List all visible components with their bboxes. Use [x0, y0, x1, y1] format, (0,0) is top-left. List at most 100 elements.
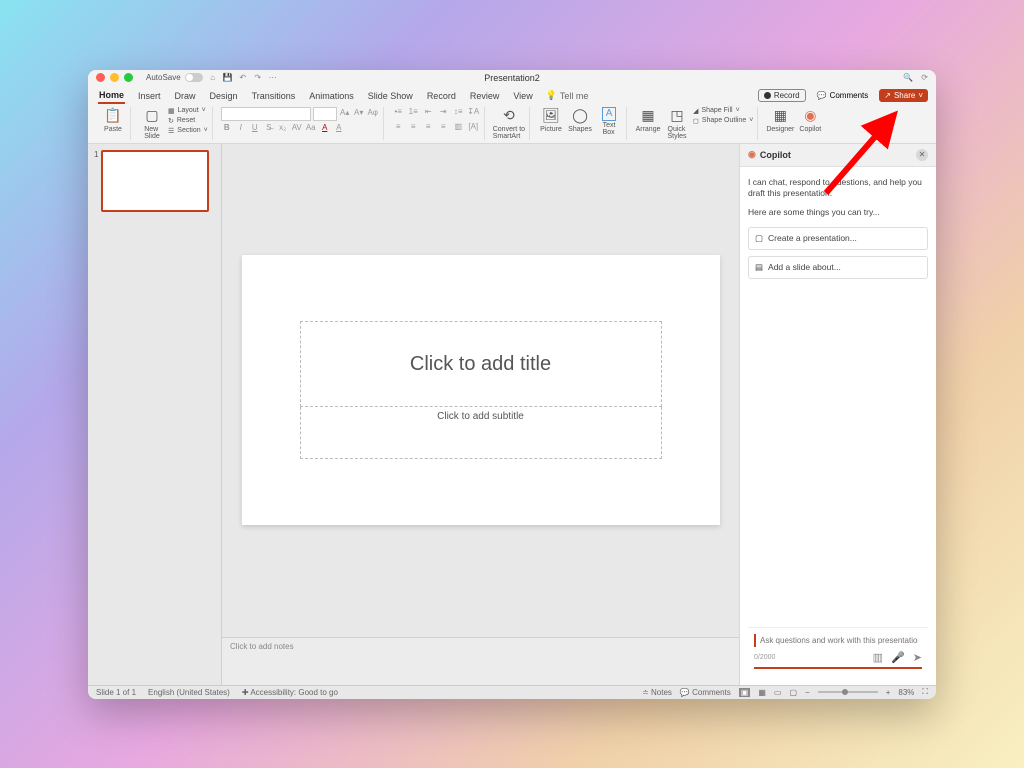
tab-slideshow[interactable]: Slide Show — [367, 89, 414, 103]
sorter-view-icon[interactable]: ▦ — [758, 688, 766, 697]
shapes-button[interactable]: ◯Shapes — [567, 107, 593, 133]
paste-button[interactable]: 📋Paste — [100, 107, 126, 133]
tab-design[interactable]: Design — [209, 89, 239, 103]
text-direction-icon[interactable]: ↧A — [467, 107, 480, 120]
tab-transitions[interactable]: Transitions — [251, 89, 297, 103]
strike-icon[interactable]: S̶ — [263, 123, 275, 135]
convert-smartart-button[interactable]: ⟲Convert to SmartArt — [493, 107, 525, 140]
status-bar: Slide 1 of 1 English (United States) ✚ A… — [88, 685, 936, 699]
slide-thumbnail[interactable] — [101, 150, 209, 212]
highlight-icon[interactable]: AV — [291, 123, 303, 135]
title-placeholder[interactable]: Click to add title — [300, 321, 662, 407]
subtitle-placeholder[interactable]: Click to add subtitle — [300, 407, 662, 459]
input-underline — [754, 667, 922, 669]
line-spacing-icon[interactable]: ↕≡ — [452, 107, 465, 120]
suggestion-create[interactable]: ▢Create a presentation... — [748, 227, 928, 250]
autosave-toggle[interactable] — [185, 73, 203, 82]
increase-font-icon[interactable]: A▴ — [339, 108, 351, 120]
text-effects-icon[interactable]: A — [333, 123, 345, 135]
decrease-font-icon[interactable]: A▾ — [353, 108, 365, 120]
textbox-button[interactable]: AText Box — [596, 107, 622, 136]
slideshow-view-icon[interactable]: ▢ — [789, 688, 797, 697]
home-icon[interactable]: ⌂ — [208, 73, 218, 82]
designer-button[interactable]: ▦Designer — [766, 107, 794, 133]
tab-review[interactable]: Review — [469, 89, 501, 103]
arrange-button[interactable]: ▦Arrange — [635, 107, 661, 133]
book-icon[interactable]: ▥ — [873, 651, 883, 664]
zoom-out-icon[interactable]: − — [805, 688, 810, 697]
align-left-icon[interactable]: ≡ — [392, 122, 405, 135]
underline-icon[interactable]: U — [249, 123, 261, 135]
textbox-icon: A — [602, 107, 616, 121]
close-pane-icon[interactable]: ✕ — [916, 149, 928, 161]
suggestion-add-slide[interactable]: ▤Add a slide about... — [748, 256, 928, 279]
reading-view-icon[interactable]: ▭ — [774, 688, 782, 697]
undo-icon[interactable]: ↶ — [238, 73, 248, 82]
tab-record[interactable]: Record — [426, 89, 457, 103]
copilot-intro: I can chat, respond to questions, and he… — [748, 177, 928, 200]
shape-outline-button[interactable]: ◻ Shape Outline ˅ — [693, 117, 753, 125]
font-size-select[interactable] — [313, 107, 337, 121]
tell-me[interactable]: 💡 Tell me — [546, 90, 589, 101]
powerpoint-window: AutoSave ⌂ 💾 ↶ ↷ ⋯ Presentation2 🔍 ⟳ Hom… — [88, 70, 936, 699]
indent-dec-icon[interactable]: ⇤ — [422, 107, 435, 120]
comments-button[interactable]: 💬 Comments — [812, 90, 874, 101]
notes-pane[interactable]: Click to add notes — [222, 637, 739, 685]
zoom-slider[interactable] — [818, 691, 878, 693]
fit-window-icon[interactable]: ⛶ — [922, 687, 928, 697]
copilot-title: Copilot — [760, 150, 791, 160]
reset-button[interactable]: ↻ Reset — [168, 117, 208, 125]
new-slide-button[interactable]: ▢New Slide — [139, 107, 165, 140]
copilot-input[interactable] — [754, 634, 922, 647]
shape-fill-button[interactable]: ◢ Shape Fill ˅ — [693, 107, 753, 115]
quick-styles-button[interactable]: ◳Quick Styles — [664, 107, 690, 140]
zoom-in-icon[interactable]: + — [886, 688, 891, 697]
section-button[interactable]: ☰ Section ˅ — [168, 127, 208, 135]
minimize-window-icon[interactable] — [110, 73, 119, 82]
notes-toggle[interactable]: ≐ Notes — [642, 688, 672, 697]
align-right-icon[interactable]: ≡ — [422, 122, 435, 135]
picture-button[interactable]: 🖼Picture — [538, 107, 564, 133]
align-text-icon[interactable]: [A] — [467, 122, 480, 135]
clear-format-icon[interactable]: Aφ — [367, 108, 379, 120]
copilot-button[interactable]: ◉Copilot — [797, 107, 823, 133]
justify-icon[interactable]: ≡ — [437, 122, 450, 135]
send-icon[interactable]: ➤ — [913, 651, 922, 664]
sync-icon[interactable]: ⟳ — [921, 73, 928, 82]
numbering-icon[interactable]: 1≡ — [407, 107, 420, 120]
tab-insert[interactable]: Insert — [137, 89, 162, 103]
tab-home[interactable]: Home — [98, 88, 125, 104]
tab-draw[interactable]: Draw — [174, 89, 197, 103]
comments-toggle[interactable]: 💬 Comments — [680, 688, 731, 697]
font-family-select[interactable] — [221, 107, 311, 121]
align-center-icon[interactable]: ≡ — [407, 122, 420, 135]
copilot-logo-icon: ◉ — [748, 149, 756, 160]
close-window-icon[interactable] — [96, 73, 105, 82]
normal-view-icon[interactable]: ▣ — [739, 688, 751, 697]
zoom-level[interactable]: 83% — [898, 688, 914, 697]
change-case-icon[interactable]: Aa — [305, 123, 317, 135]
language-indicator[interactable]: English (United States) — [148, 688, 230, 697]
font-color-icon[interactable]: A — [319, 123, 331, 135]
italic-icon[interactable]: I — [235, 123, 247, 135]
slide-canvas[interactable]: Click to add title Click to add subtitle — [242, 255, 720, 525]
save-icon[interactable]: 💾 — [223, 73, 233, 82]
tab-view[interactable]: View — [512, 89, 533, 103]
copilot-try: Here are some things you can try... — [748, 207, 928, 218]
columns-icon[interactable]: ▥ — [452, 122, 465, 135]
tab-animations[interactable]: Animations — [308, 89, 355, 103]
slide-indicator[interactable]: Slide 1 of 1 — [96, 688, 136, 697]
subscript-icon[interactable]: x₂ — [277, 123, 289, 135]
maximize-window-icon[interactable] — [124, 73, 133, 82]
more-icon[interactable]: ⋯ — [268, 73, 278, 82]
indent-inc-icon[interactable]: ⇥ — [437, 107, 450, 120]
record-button[interactable]: Record — [758, 89, 806, 102]
share-button[interactable]: ↗ Share ˅ — [879, 89, 928, 102]
accessibility-indicator[interactable]: ✚ Accessibility: Good to go — [242, 688, 338, 697]
bullets-icon[interactable]: •≡ — [392, 107, 405, 120]
layout-button[interactable]: ▦ Layout ˅ — [168, 107, 208, 115]
mic-icon[interactable]: 🎤 — [891, 651, 905, 664]
redo-icon[interactable]: ↷ — [253, 73, 263, 82]
bold-icon[interactable]: B — [221, 123, 233, 135]
search-header-icon[interactable]: 🔍 — [903, 73, 913, 82]
